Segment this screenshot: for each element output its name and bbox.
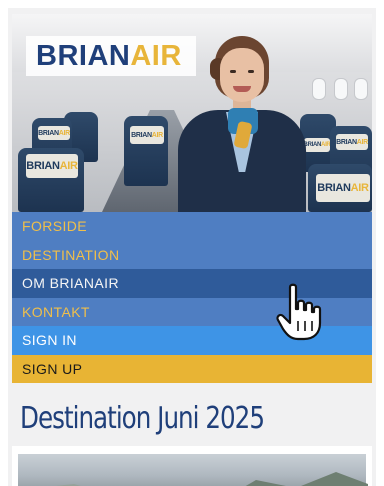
seat-headrest: BRIAN AIR xyxy=(336,134,368,150)
headrest-brand-text: BRIAN xyxy=(131,131,152,139)
headrest-brand-text: BRIAN xyxy=(317,182,351,194)
headrest-brand-text: BRIAN xyxy=(38,129,59,137)
menu-item-destination[interactable]: DESTINATION xyxy=(12,240,372,269)
headrest-brand-text: BRIAN xyxy=(336,138,357,146)
destination-image xyxy=(12,446,372,486)
hand-pointer-icon xyxy=(276,283,322,341)
cabin-window xyxy=(312,78,326,100)
cabin-window xyxy=(334,78,348,100)
headrest-brand-text: BRIAN xyxy=(26,160,60,172)
page-heading: Destination Juni 2025 xyxy=(20,401,265,436)
headrest-brand-accent: AIR xyxy=(58,129,70,137)
seat-headrest: BRIAN AIR xyxy=(26,154,78,178)
headrest-brand-accent: AIR xyxy=(59,160,78,172)
headrest-brand-accent: AIR xyxy=(151,131,163,139)
headrest-brand-accent: AIR xyxy=(356,138,368,146)
menu-item-forside[interactable]: FORSIDE xyxy=(12,212,372,241)
hero-image: BRIAN AIR BRIAN AIR BRIAN AIR BRIAN AIR BRIA… xyxy=(12,14,372,212)
logo-text-brian: BRIAN xyxy=(36,39,131,72)
seat-headrest: BRIAN AIR xyxy=(316,174,370,202)
page: BRIAN AIR BRIAN AIR BRIAN AIR BRIAN AIR BRIA… xyxy=(8,8,376,486)
seat-headrest: BRIAN AIR xyxy=(38,126,70,140)
sign-up-button[interactable]: SIGN UP xyxy=(12,354,372,383)
cabin-window xyxy=(354,78,368,100)
headrest-brand-accent: AIR xyxy=(350,182,369,194)
brand-logo[interactable]: BRIAN AIR xyxy=(26,36,196,76)
logo-text-air: AIR xyxy=(130,39,182,72)
seat-headrest: BRIAN AIR xyxy=(130,126,164,144)
